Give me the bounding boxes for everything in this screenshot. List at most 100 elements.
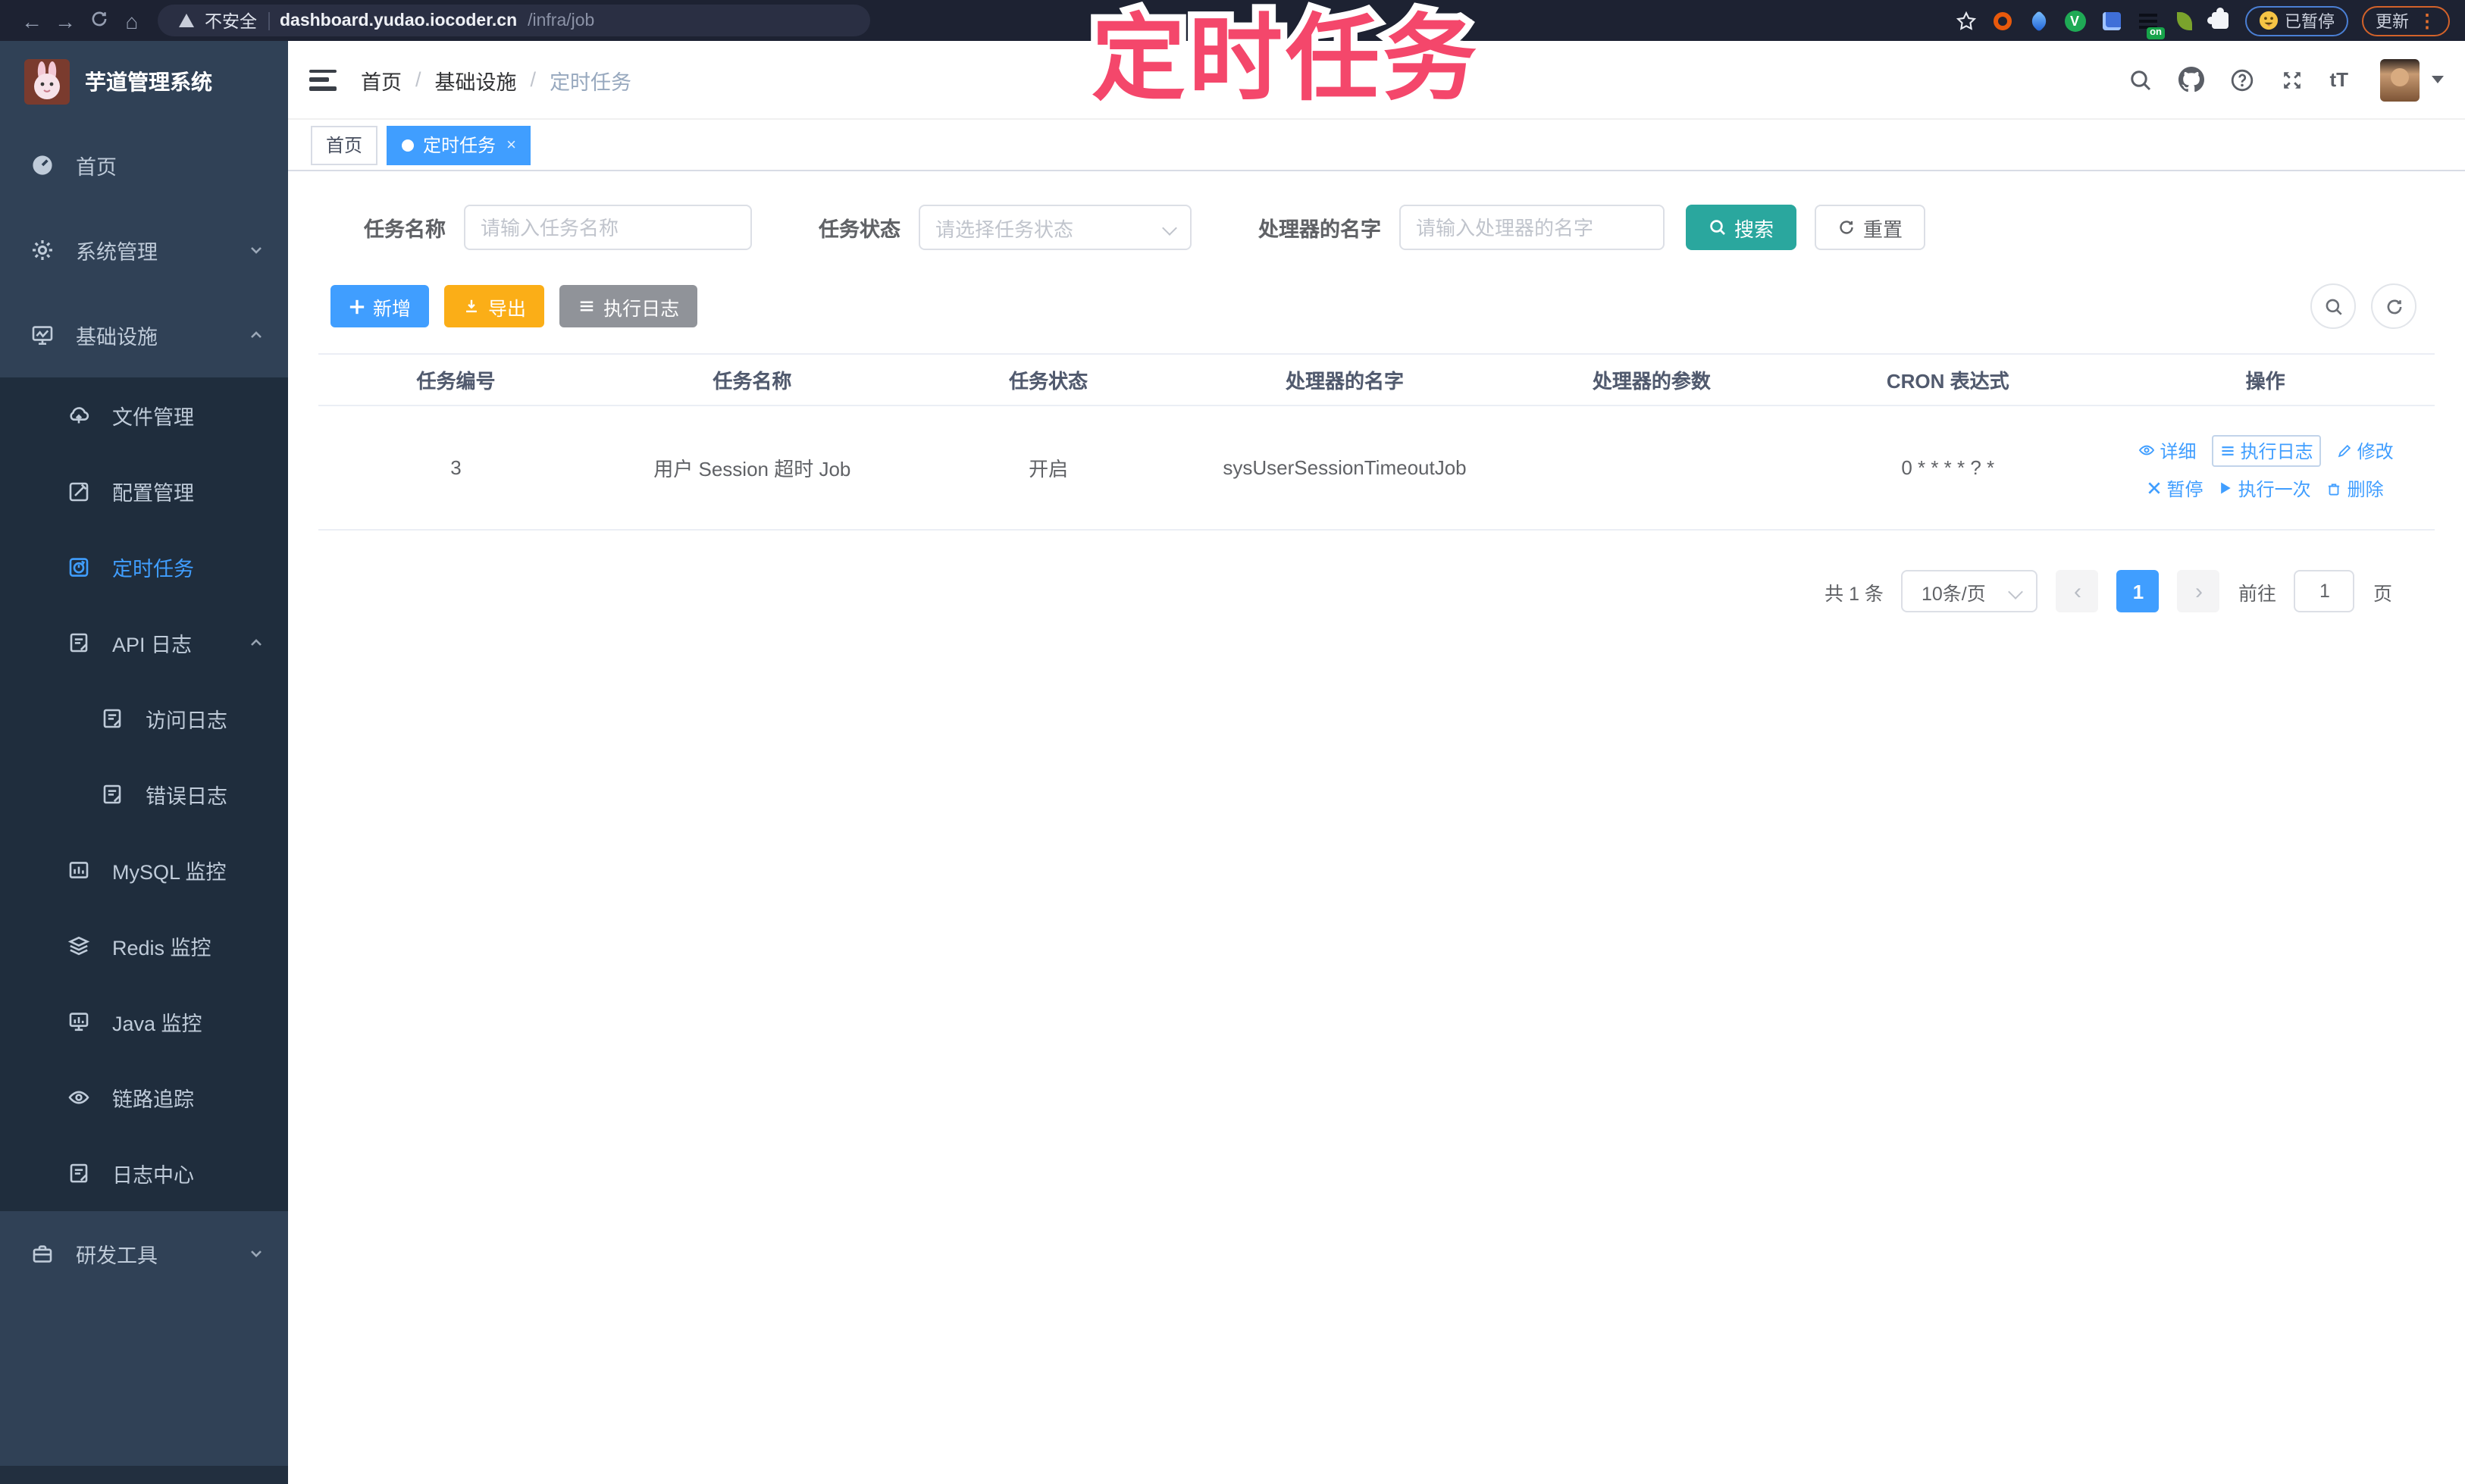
- breadcrumb-separator: /: [415, 68, 421, 91]
- task-name-label: 任务名称: [364, 212, 446, 243]
- security-label: 不安全: [205, 8, 257, 33]
- refresh-table-button[interactable]: [2371, 283, 2416, 329]
- url-divider: [268, 11, 269, 30]
- extension-orange-icon[interactable]: [1990, 9, 2013, 32]
- reset-button[interactable]: 重置: [1815, 205, 1925, 250]
- avatar[interactable]: [2380, 58, 2420, 101]
- sidebar-item-infrastructure[interactable]: 基础设施: [0, 293, 288, 377]
- layers-icon: [67, 934, 91, 958]
- paused-profile-pill[interactable]: 已暂停: [2245, 5, 2348, 36]
- extension-leaf-icon[interactable]: [2172, 9, 2195, 32]
- help-icon[interactable]: [2229, 67, 2254, 92]
- tab-home[interactable]: 首页: [311, 125, 377, 164]
- row-execution-log-link[interactable]: 执行日志: [2212, 434, 2321, 466]
- orange-ring-icon: [1993, 11, 2011, 30]
- pencil-icon: [2336, 442, 2353, 459]
- log-document-icon: [100, 782, 124, 806]
- briefcase-icon: [30, 1241, 55, 1266]
- address-bar[interactable]: 不安全 dashboard.yudao.iocoder.cn /infra/jo…: [158, 5, 870, 36]
- handler-name-label: 处理器的名字: [1258, 212, 1381, 243]
- task-status-select[interactable]: 请选择任务状态: [919, 205, 1192, 250]
- cell-actions: 详细 执行日志 修改: [2096, 405, 2435, 530]
- sidebar-item-config-management[interactable]: 配置管理: [0, 453, 288, 529]
- bookmark-star-icon[interactable]: [1956, 10, 1977, 31]
- sidebar-item-home[interactable]: 首页: [0, 123, 288, 208]
- github-icon[interactable]: [2178, 67, 2203, 92]
- goto-page-input[interactable]: [2294, 570, 2355, 612]
- play-icon: [2219, 481, 2234, 496]
- task-name-input[interactable]: [464, 205, 752, 250]
- extension-drop-icon[interactable]: [2027, 9, 2050, 32]
- app-body: 芋道管理系统 首页 系统管理 基础设施: [0, 41, 2465, 1484]
- plus-icon: [349, 298, 365, 315]
- handler-name-input[interactable]: [1399, 205, 1665, 250]
- prev-page-button[interactable]: ‹: [2056, 570, 2099, 612]
- sidebar-item-file-management[interactable]: 文件管理: [0, 377, 288, 453]
- col-job-status: 任务状态: [911, 354, 1186, 405]
- fullscreen-icon[interactable]: [2279, 67, 2304, 92]
- sidebar-item-dev-tools[interactable]: 研发工具: [0, 1211, 288, 1296]
- page-size-select[interactable]: 10条/页: [1902, 570, 2038, 612]
- next-page-button[interactable]: ›: [2178, 570, 2220, 612]
- sidebar-item-error-logs[interactable]: 错误日志: [0, 756, 288, 832]
- font-size-icon[interactable]: tT: [2329, 68, 2348, 91]
- breadcrumb-home[interactable]: 首页: [361, 64, 402, 95]
- extensions-puzzle-icon[interactable]: [2209, 9, 2232, 32]
- sidebar-item-trace[interactable]: 链路追踪: [0, 1060, 288, 1135]
- blue-drop-icon: [2028, 10, 2049, 31]
- sidebar-item-api-logs[interactable]: API 日志: [0, 605, 288, 681]
- extension-list-icon[interactable]: on: [2136, 9, 2159, 32]
- tab-scheduled-tasks[interactable]: 定时任务 ×: [387, 125, 531, 164]
- sidebar: 芋道管理系统 首页 系统管理 基础设施: [0, 41, 288, 1484]
- sidebar-item-access-logs[interactable]: 访问日志: [0, 681, 288, 756]
- run-once-link[interactable]: 执行一次: [2219, 475, 2311, 501]
- chevron-up-icon: [249, 327, 264, 343]
- browser-forward-icon[interactable]: →: [49, 8, 82, 33]
- breadcrumb-separator: /: [531, 68, 537, 91]
- toggle-search-button[interactable]: [2310, 283, 2356, 329]
- sidebar-item-mysql-monitor[interactable]: MySQL 监控: [0, 832, 288, 908]
- extension-green-v-icon[interactable]: V: [2063, 9, 2086, 32]
- extension-pixel-icon[interactable]: [2100, 9, 2122, 32]
- browser-reload-icon[interactable]: [82, 8, 115, 33]
- cell-job-id: 3: [318, 405, 594, 530]
- table-toolbar: 新增 导出 执行日志: [330, 283, 2435, 329]
- delete-link[interactable]: 删除: [2326, 475, 2384, 501]
- page-number-button[interactable]: 1: [2117, 570, 2160, 612]
- sidebar-item-scheduled-tasks[interactable]: 定时任务: [0, 529, 288, 605]
- pause-link[interactable]: 暂停: [2147, 475, 2203, 501]
- main-panel: 首页 / 基础设施 / 定时任务: [288, 41, 2465, 1484]
- sidebar-item-redis-monitor[interactable]: Redis 监控: [0, 908, 288, 984]
- tab-close-icon[interactable]: ×: [506, 136, 516, 154]
- edit-link[interactable]: 修改: [2336, 437, 2394, 463]
- export-button[interactable]: 导出: [444, 285, 544, 327]
- avatar-dropdown-caret-icon[interactable]: [2432, 76, 2444, 83]
- green-v-icon: V: [2064, 10, 2085, 31]
- browser-back-icon[interactable]: ←: [15, 8, 49, 33]
- breadcrumb-infrastructure[interactable]: 基础设施: [435, 64, 517, 95]
- col-handler-name: 处理器的名字: [1186, 354, 1504, 405]
- hamburger-icon[interactable]: [309, 69, 337, 90]
- cell-job-status: 开启: [911, 405, 1186, 530]
- browser-menu-kebab-icon[interactable]: ⋮: [2418, 11, 2436, 30]
- on-badge: on: [2147, 27, 2165, 39]
- search-button[interactable]: 搜索: [1686, 205, 1796, 250]
- paused-label: 已暂停: [2285, 8, 2335, 33]
- sidebar-item-java-monitor[interactable]: Java 监控: [0, 984, 288, 1060]
- detail-link[interactable]: 详细: [2138, 437, 2197, 463]
- app-logo-row[interactable]: 芋道管理系统: [0, 41, 288, 123]
- table-tools: [2310, 283, 2416, 329]
- sidebar-item-log-center[interactable]: 日志中心: [0, 1135, 288, 1211]
- url-path: /infra/job: [528, 11, 594, 30]
- pagination: 共 1 条 10条/页 ‹ 1 › 前往 页: [318, 570, 2392, 612]
- sidebar-item-system-management[interactable]: 系统管理: [0, 208, 288, 293]
- col-job-id: 任务编号: [318, 354, 594, 405]
- monitor-chart-icon: [30, 323, 55, 347]
- browser-home-icon[interactable]: ⌂: [115, 8, 149, 33]
- add-button[interactable]: 新增: [330, 285, 429, 327]
- navbar-actions: tT: [2128, 58, 2444, 101]
- update-browser-button[interactable]: 更新 ⋮: [2362, 5, 2450, 36]
- execution-log-button[interactable]: 执行日志: [559, 285, 697, 327]
- top-navbar: 首页 / 基础设施 / 定时任务: [288, 41, 2465, 120]
- header-search-icon[interactable]: [2128, 67, 2152, 92]
